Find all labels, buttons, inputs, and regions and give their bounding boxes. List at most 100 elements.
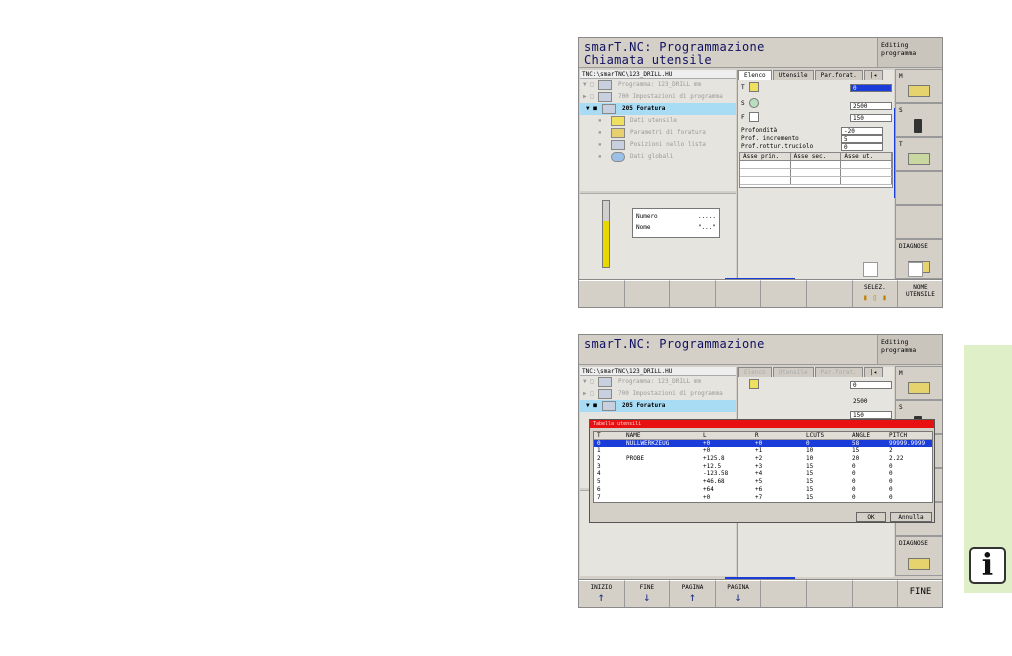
softkey-5[interactable] xyxy=(761,580,807,607)
table-row[interactable]: 3 +12.5 +3 15 0 0 xyxy=(594,463,932,471)
cell-angle: 20 xyxy=(852,455,860,463)
table-row[interactable]: 1 +0 +1 10 15 2 xyxy=(594,447,932,455)
field-t-value[interactable]: 0 xyxy=(850,84,892,92)
cancel-button[interactable]: Annulla xyxy=(890,512,932,522)
tab-elenco[interactable]: Elenco xyxy=(738,70,772,80)
tool-number-icon xyxy=(749,379,759,389)
tree-toggle[interactable]: ▼ ■ xyxy=(586,103,597,115)
sk-t[interactable]: T xyxy=(895,137,942,171)
drill-params-icon xyxy=(611,128,625,138)
field-f-value[interactable]: 150 xyxy=(850,411,892,419)
info-icon[interactable]: i xyxy=(969,547,1006,584)
softkey-nome-utensile[interactable]: NOME UTENSILE xyxy=(898,280,942,307)
table-row[interactable]: 4 -123.58 +4 15 0 0 xyxy=(594,470,932,478)
axis-header-tool: Asse ut. xyxy=(841,153,893,160)
axis-header-sec: Asse sec. xyxy=(791,153,842,160)
col-t: T xyxy=(597,432,601,439)
tree-item-drilling[interactable]: ▼ ■ 205 Foratura xyxy=(580,400,736,412)
field-s-value[interactable]: 2500 xyxy=(850,102,892,110)
tree-item-drill-params[interactable]: ▪ Parametri di foratura xyxy=(580,127,736,139)
col-lcuts: LCUTS xyxy=(806,432,825,439)
sk-empty-1[interactable] xyxy=(895,171,942,205)
tree-item-settings[interactable]: ▶ □ 700 Impostazioni di programma xyxy=(580,388,736,400)
tab-scroll[interactable]: |◂ xyxy=(863,367,883,377)
softkey-6[interactable] xyxy=(806,580,853,607)
tree-toggle[interactable]: ▶ □ xyxy=(583,91,594,103)
tab-elenco[interactable]: Elenco xyxy=(738,367,772,377)
table-row[interactable]: 5 +46.68 +5 15 0 0 xyxy=(594,478,932,486)
tree-item-positions[interactable]: ▪ Posizioni nello lista xyxy=(580,139,736,151)
ok-button[interactable]: OK xyxy=(856,512,886,522)
tree-item-settings[interactable]: ▶ □ 700 Impostazioni di programma xyxy=(580,91,736,103)
sk-diagnose[interactable]: DIAGNOSE xyxy=(895,536,942,576)
tree-item-program[interactable]: ▼ □ Programma: 123_DRILL mm xyxy=(580,376,736,388)
cell-angle: 0 xyxy=(852,470,856,478)
tree-item-tool-data[interactable]: ▪ Dati utensile xyxy=(580,115,736,127)
tree-item-drilling[interactable]: ▼ ■ 205 Foratura xyxy=(580,103,736,115)
tool-table: T NAME L R LCUTS ANGLE PITCH 0 NULLWERKZE… xyxy=(593,431,933,503)
tool-preview: Numero..... Nome "..." xyxy=(580,193,736,279)
file-path: TNC:\smarTNC\123_DRILL.HU xyxy=(580,70,736,79)
field-incr-value[interactable]: 5 xyxy=(841,135,883,143)
sk-empty-2[interactable] xyxy=(895,205,942,239)
tool-info-box: Numero..... Nome "..." xyxy=(632,208,720,238)
table-row[interactable]: 2 PROBE +125.8 +2 10 20 2.22 xyxy=(594,455,932,463)
softkey-page-up[interactable]: PAGINA ↑ xyxy=(670,580,716,607)
mode-line2: programma xyxy=(881,346,917,354)
numero-value: ..... xyxy=(697,213,716,220)
mode-indicator: Editing programma xyxy=(877,335,942,365)
tab-par-forat[interactable]: Par.forat. xyxy=(814,70,863,80)
tree-item-global-data[interactable]: ▪ Dati globali xyxy=(580,151,736,163)
tree-toggle[interactable]: ▼ □ xyxy=(583,376,594,388)
tab-utensile[interactable]: Utensile xyxy=(772,70,814,80)
axis-table-row[interactable] xyxy=(740,177,893,185)
tab-par-forat[interactable]: Par.forat. xyxy=(814,367,863,377)
cell-r: +2 xyxy=(755,455,763,463)
field-f-value[interactable]: 150 xyxy=(850,114,892,122)
sk-m[interactable]: M xyxy=(895,69,942,103)
softkey-6[interactable] xyxy=(806,280,853,307)
softkey-1[interactable] xyxy=(579,280,625,307)
tool-number-icon xyxy=(749,82,759,92)
sk-s[interactable]: S xyxy=(895,103,942,137)
cell-r: +3 xyxy=(755,462,763,470)
softkey-7[interactable] xyxy=(852,580,899,607)
tool-icon xyxy=(611,116,625,126)
field-chip-value[interactable]: 0 xyxy=(841,143,883,151)
softkey-2[interactable] xyxy=(624,280,671,307)
cell-name xyxy=(624,447,701,455)
field-t-value[interactable]: 0 xyxy=(850,381,892,389)
field-depth-value[interactable]: -20 xyxy=(841,127,883,135)
table-row[interactable]: 7 +0 +7 15 0 0 xyxy=(594,494,932,502)
softkey-4[interactable] xyxy=(715,280,762,307)
sk-m[interactable]: M xyxy=(895,366,942,400)
vertical-softkeys: M S T DIAGNOSE xyxy=(895,69,942,279)
softkey-5[interactable] xyxy=(761,280,807,307)
axis-table-row[interactable] xyxy=(740,169,893,177)
tab-utensile[interactable]: Utensile xyxy=(772,367,814,377)
table-row[interactable]: 0 NULLWERKZEUG +0 +0 0 58 99999.9999 xyxy=(594,439,932,448)
form-title: Chiamata utensile xyxy=(584,53,712,67)
softkey-3[interactable] xyxy=(670,280,716,307)
softkey-select-tool[interactable]: SELEZ. ▮ ▯ ▮ xyxy=(852,280,899,307)
tree-toggle[interactable]: ▶ □ xyxy=(583,388,594,400)
table-row[interactable]: 6 +64 +6 15 0 0 xyxy=(594,486,932,494)
tab-scroll[interactable]: |◂ xyxy=(863,70,883,80)
cell-l: +46.68 xyxy=(703,478,725,486)
tree-toggle[interactable]: ▼ □ xyxy=(583,79,594,91)
softkey-fine-down[interactable]: FINE ↓ xyxy=(624,580,671,607)
axis-table-row[interactable] xyxy=(740,161,893,169)
field-s-value[interactable]: 2500 xyxy=(850,397,892,405)
softkey-label: SELEZ. xyxy=(864,284,886,291)
mode-line1: Editing xyxy=(881,41,909,49)
cell-t: 2 xyxy=(597,455,601,463)
softkey-inizio[interactable]: INIZIO ↑ xyxy=(579,580,625,607)
tool-select-icon: ▮ ▯ ▮ xyxy=(862,293,887,302)
tree-toggle[interactable]: ▼ ■ xyxy=(586,400,597,412)
softkey-fine[interactable]: FINE xyxy=(898,580,942,607)
tree-item-program[interactable]: ▼ □ Programma: 123_DRILL mm xyxy=(580,79,736,91)
cell-pitch: 0 xyxy=(889,493,893,501)
softkey-page-down[interactable]: PAGINA ↓ xyxy=(715,580,762,607)
softkey-row: INIZIO ↑ FINE ↓ PAGINA ↑ PAGINA ↓ FINE xyxy=(579,579,942,607)
app-title: smarT.NC: Programmazione xyxy=(584,337,765,351)
